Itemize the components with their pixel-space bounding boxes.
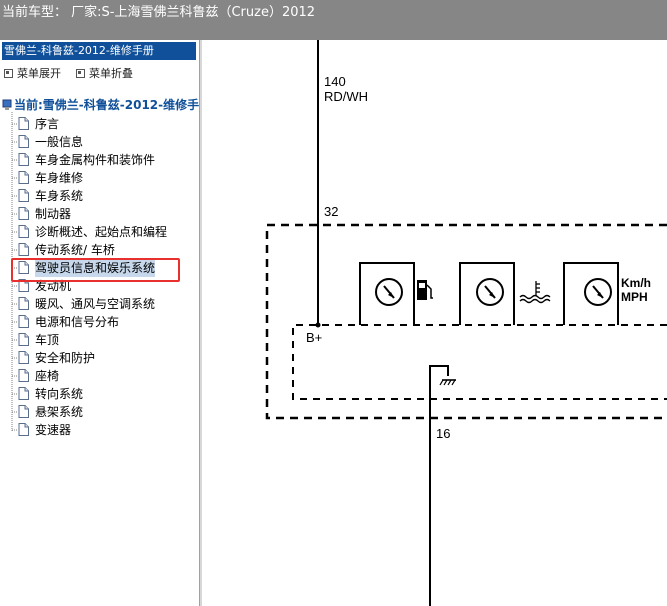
- tree-item-label: 悬架系统: [35, 405, 84, 419]
- coolant-temperature-icon: [519, 281, 551, 304]
- document-icon: [18, 117, 29, 130]
- tree-item-label: 电源和信号分布: [35, 315, 120, 329]
- document-icon: [18, 351, 29, 364]
- document-icon: [18, 369, 29, 382]
- document-icon: [18, 297, 29, 310]
- document-icon: [18, 315, 29, 328]
- tree-item-label: 暖风、通风与空调系统: [35, 297, 156, 311]
- expand-menu-button[interactable]: 菜单展开: [4, 65, 61, 81]
- tree-item-label: 制动器: [35, 207, 72, 221]
- annotation-highlight-box: [11, 258, 180, 282]
- tree-item-label: 转向系统: [35, 387, 84, 401]
- wire-number-label: 140: [324, 74, 346, 89]
- tree-root[interactable]: 当前:雪佛兰-科鲁兹-2012-维修手册: [2, 96, 199, 113]
- tree-item-label: 安全和防护: [35, 351, 96, 365]
- manual-root-icon: [2, 99, 12, 110]
- coolant-temperature-gauge: [459, 262, 515, 325]
- tree-item-label: 变速器: [35, 423, 72, 437]
- tree-root-label: 当前:雪佛兰-科鲁兹-2012-维修手册: [14, 98, 199, 112]
- tree-item-label: 车顶: [35, 333, 60, 347]
- sidebar: 雪佛兰-科鲁兹-2012-维修手册 菜单展开 菜单折叠 当前:雪佛兰-科鲁兹-2…: [0, 40, 199, 606]
- tree-item-label: 一般信息: [35, 135, 84, 149]
- tree-item[interactable]: 诊断概述、起始点和编程: [18, 223, 167, 241]
- tree-item[interactable]: 传动系统/ 车桥: [18, 241, 115, 259]
- wire-color-label: RD/WH: [324, 89, 369, 104]
- speed-unit-mph: MPH: [621, 290, 648, 304]
- tree-item-label: 车身系统: [35, 189, 84, 203]
- manual-header[interactable]: 雪佛兰-科鲁兹-2012-维修手册: [2, 42, 196, 60]
- tree-item[interactable]: 转向系统: [18, 385, 83, 403]
- inner-module-outline: [292, 324, 667, 400]
- tree-item[interactable]: 车身金属构件和装饰件: [18, 151, 155, 169]
- collapse-icon: [76, 68, 85, 78]
- fuel-icon: [417, 280, 433, 300]
- speedometer: [563, 262, 619, 325]
- tree-item-label: 序言: [35, 117, 60, 131]
- tree-item-label: 座椅: [35, 369, 60, 383]
- document-icon: [18, 387, 29, 400]
- tree-item[interactable]: 变速器: [18, 421, 71, 439]
- tree-item-label: 传动系统/ 车桥: [35, 243, 115, 257]
- tree-item[interactable]: 车顶: [18, 331, 59, 349]
- document-icon: [18, 423, 29, 436]
- tree-item[interactable]: 悬架系统: [18, 403, 83, 421]
- connector-pin-top-label: 32: [324, 204, 339, 219]
- tree-item[interactable]: 车身系统: [18, 187, 83, 205]
- wiring-diagram-pane[interactable]: 140 RD/WH 32 B+ Km/h MPH 16: [202, 40, 667, 606]
- document-icon: [18, 153, 29, 166]
- connector-pin-bottom-label: 16: [436, 426, 451, 441]
- document-icon: [18, 225, 29, 238]
- collapse-menu-button[interactable]: 菜单折叠: [76, 65, 133, 81]
- vehicle-model-title: 当前车型： 厂家:S-上海雪佛兰科鲁兹（Cruze）2012: [2, 5, 316, 20]
- fuel-gauge: [359, 262, 415, 325]
- ground-connection: [429, 365, 456, 606]
- document-icon: [18, 189, 29, 202]
- tree-item[interactable]: 暖风、通风与空调系统: [18, 295, 155, 313]
- module-outline: [265, 223, 667, 420]
- tree-item-label: 车身金属构件和装饰件: [35, 153, 156, 167]
- document-icon: [18, 135, 29, 148]
- tree-item[interactable]: 序言: [18, 115, 59, 133]
- tree-item-label: 车身维修: [35, 171, 84, 185]
- power-label: B+: [306, 330, 323, 345]
- title-bar: 当前车型： 厂家:S-上海雪佛兰科鲁兹（Cruze）2012: [0, 0, 667, 40]
- tree-item[interactable]: 车身维修: [18, 169, 83, 187]
- speed-unit-kmh: Km/h: [621, 276, 651, 290]
- document-icon: [18, 207, 29, 220]
- tree-item[interactable]: 制动器: [18, 205, 71, 223]
- expand-icon: [4, 68, 13, 78]
- document-icon: [18, 405, 29, 418]
- document-icon: [18, 171, 29, 184]
- document-icon: [18, 243, 29, 256]
- document-icon: [18, 333, 29, 346]
- expand-menu-label: 菜单展开: [17, 67, 61, 80]
- tree-item[interactable]: 座椅: [18, 367, 59, 385]
- collapse-menu-label: 菜单折叠: [89, 67, 133, 80]
- tree-item[interactable]: 安全和防护: [18, 349, 95, 367]
- tree-item-label: 诊断概述、起始点和编程: [35, 225, 168, 239]
- tree-item[interactable]: 电源和信号分布: [18, 313, 119, 331]
- tree-item[interactable]: 一般信息: [18, 133, 83, 151]
- wiring-diagram: [265, 40, 667, 606]
